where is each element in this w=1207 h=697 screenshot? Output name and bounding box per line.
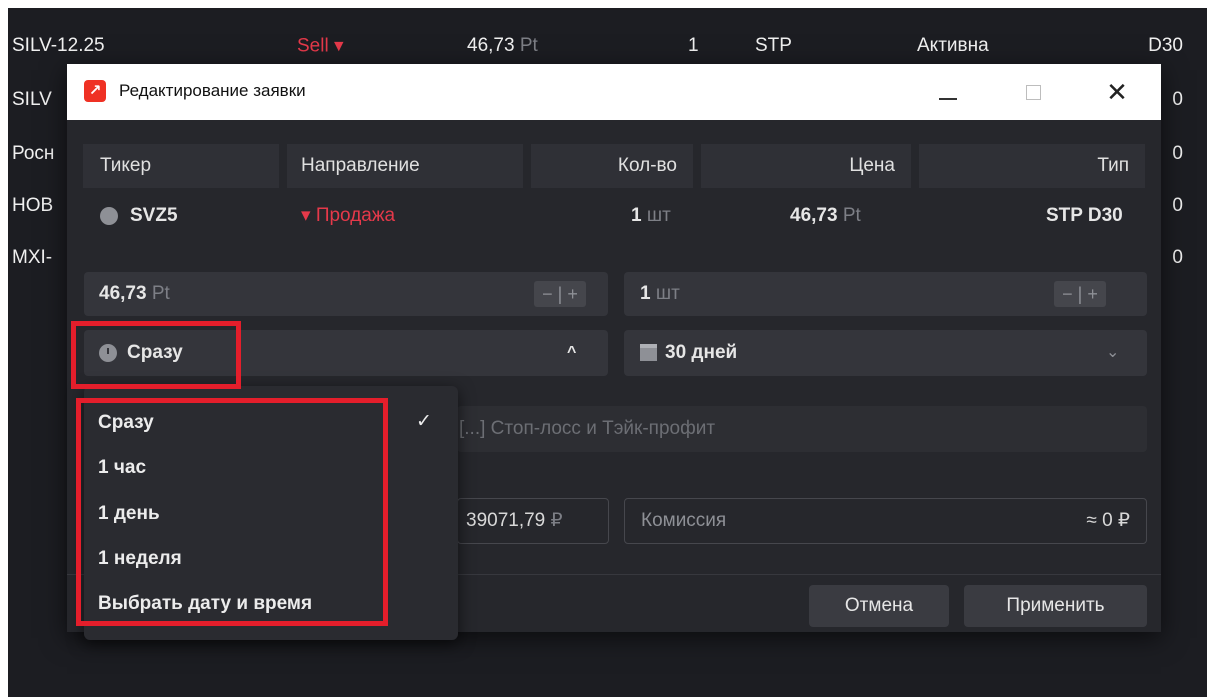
highlight-box-activation <box>71 321 241 389</box>
cancel-button[interactable]: Отмена <box>809 585 949 627</box>
price-stepper[interactable]: − | + <box>534 281 586 307</box>
dialog-title: Редактирование заявки <box>119 81 306 100</box>
order-qty-cell: 1 шт <box>631 205 671 226</box>
column-header-price: Цена <box>701 144 911 188</box>
quantity-value: 1 шт <box>640 283 680 304</box>
sltp-label: [...] Стоп-лосс и Тэйк-профит <box>459 418 716 439</box>
order-direction: Sell ▾ <box>297 35 344 57</box>
dialog-titlebar[interactable]: ↗ Редактирование заявки ✕ <box>67 64 1161 120</box>
column-header-qty: Кол-во <box>531 144 693 188</box>
order-ticker: Росн <box>12 143 55 164</box>
order-amount: 39071,79 ₽ <box>457 498 609 544</box>
apply-button[interactable]: Применить <box>964 585 1147 627</box>
quantity-input[interactable]: 1 шт − | + <box>624 272 1147 316</box>
expiry-select[interactable]: 30 дней ⌄ <box>624 330 1147 376</box>
minimize-button[interactable] <box>925 72 971 112</box>
coin-icon <box>100 206 118 225</box>
chevron-up-icon: ^ <box>567 344 577 361</box>
calendar-icon <box>640 344 657 362</box>
expiry-value: 30 дней <box>640 330 737 376</box>
stop-loss-take-profit-toggle[interactable]: [...] Стоп-лосс и Тэйк-профит <box>457 406 1147 452</box>
column-header-type: Тип <box>919 144 1145 188</box>
maximize-button[interactable] <box>1011 72 1057 112</box>
order-ticker: SILV <box>12 89 52 110</box>
commission-value: ≈ 0 ₽ <box>1086 510 1130 531</box>
amount-value: 39071,79 ₽ <box>466 510 563 531</box>
price-input[interactable]: 46,73 Pt − | + <box>84 272 608 316</box>
order-qty: 1 <box>688 35 699 56</box>
order-type-cell: STP D30 <box>1046 205 1123 226</box>
quantity-stepper[interactable]: − | + <box>1054 281 1106 307</box>
minimize-icon <box>939 98 957 100</box>
order-ticker: MXI- <box>12 247 53 268</box>
order-expiry: 0 <box>1172 195 1183 216</box>
table-row[interactable]: SILV-12.25 Sell ▾ 46,73 Pt 1 STP Активна… <box>8 26 1207 66</box>
order-direction-cell: ▾ Продажа <box>301 205 396 226</box>
commission-field: Комиссия ≈ 0 ₽ <box>624 498 1147 544</box>
chevron-down-icon: ⌄ <box>1106 344 1120 361</box>
checkmark-icon: ✓ <box>416 411 432 432</box>
close-button[interactable]: ✕ <box>1094 72 1140 112</box>
order-price-cell: 46,73 Pt <box>790 205 861 226</box>
order-expiry: 0 <box>1172 89 1183 110</box>
order-type: STP <box>755 35 792 56</box>
highlight-box-options <box>76 398 388 626</box>
order-ticker: SILV-12.25 <box>12 35 105 56</box>
price-value: 46,73 Pt <box>99 283 170 304</box>
order-price: 46,73 Pt <box>467 35 538 56</box>
commission-label: Комиссия <box>641 510 727 531</box>
column-header-direction: Направление <box>287 144 523 188</box>
order-ticker-cell: SVZ5 <box>100 204 178 228</box>
column-header-ticker: Тикер <box>83 144 279 188</box>
maximize-icon <box>1026 85 1041 100</box>
order-expiry: 0 <box>1172 143 1183 164</box>
order-expiry: 0 <box>1172 247 1183 268</box>
close-icon: ✕ <box>1106 77 1128 107</box>
order-ticker: НОВ <box>12 195 54 216</box>
order-expiry: D30 <box>1148 35 1183 56</box>
app-logo-icon: ↗ <box>84 80 106 102</box>
order-status: Активна <box>917 35 989 56</box>
